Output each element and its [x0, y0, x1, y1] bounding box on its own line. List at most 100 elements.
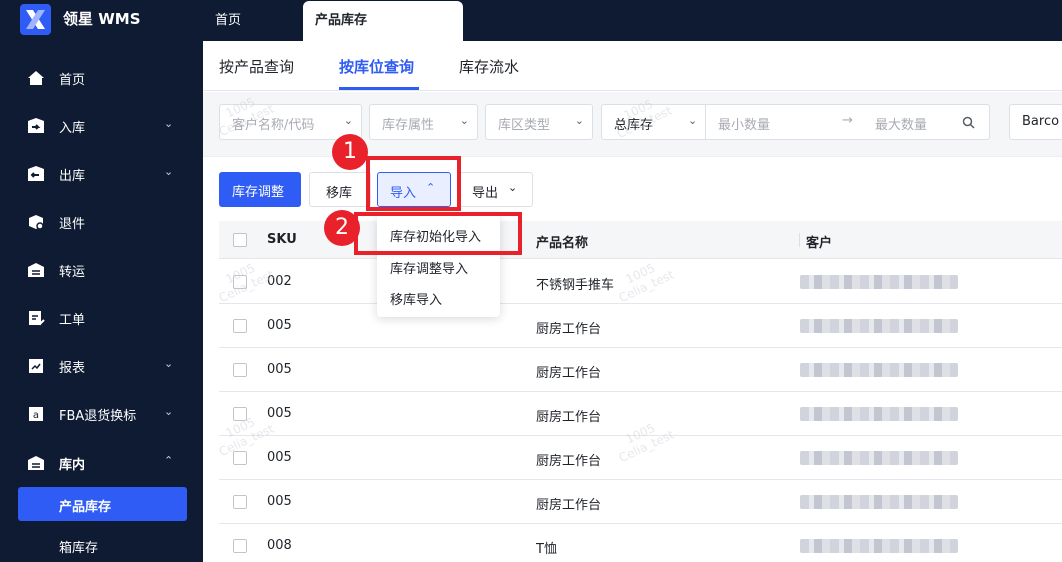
- inventory-adjust-button[interactable]: 库存调整: [219, 172, 301, 207]
- sidebar-item-workorder[interactable]: 工单: [0, 298, 203, 338]
- row-checkbox[interactable]: [233, 495, 247, 509]
- select-all-checkbox[interactable]: [233, 233, 247, 247]
- zone-type-select[interactable]: 库区类型 ⌄: [485, 104, 593, 140]
- tab-inventory-flow[interactable]: 库存流水: [459, 56, 519, 77]
- brand-name: 领星 WMS: [63, 10, 141, 28]
- menu-item-move-import[interactable]: 移库导入: [390, 289, 442, 308]
- chevron-down-icon: ⌄: [459, 114, 469, 127]
- active-tab-indicator: [339, 87, 419, 90]
- sidebar-item-label: 工单: [59, 313, 86, 328]
- table-row[interactable]: 005 厨房工作台: [219, 348, 1062, 392]
- table-row[interactable]: 005 厨房工作台: [219, 480, 1062, 524]
- sub-tabs: 按产品查询 按库位查询 库存流水: [203, 41, 1062, 91]
- annotation-step-badge: 2: [324, 210, 360, 246]
- sidebar-item-label: 入库: [59, 121, 86, 136]
- row-checkbox[interactable]: [233, 539, 247, 553]
- chevron-down-icon: ⌄: [164, 165, 174, 178]
- zone-type-placeholder: 库区类型: [498, 118, 551, 133]
- cell-product: 厨房工作台: [536, 410, 602, 425]
- customer-redacted: [800, 539, 958, 553]
- barcode-select[interactable]: Barco: [1009, 104, 1062, 140]
- customer-redacted: [800, 363, 958, 377]
- top-tab-home[interactable]: 首页: [215, 1, 241, 41]
- button-label: 库存调整: [232, 185, 285, 200]
- cell-product: T恤: [536, 542, 557, 557]
- max-quantity-input[interactable]: 最大数量: [875, 114, 927, 133]
- row-checkbox[interactable]: [233, 363, 247, 377]
- sidebar: 首页 入库 ⌄ 出库 ⌄ 退件 转运 工单 报表 ⌄ a FBA退货换标 ⌄ 库…: [0, 41, 203, 562]
- sidebar-item-label: 转运: [59, 265, 86, 280]
- report-icon: [29, 359, 43, 373]
- column-header-customer: 客户: [806, 236, 833, 251]
- cell-sku: 005: [267, 450, 292, 465]
- home-icon: [28, 71, 44, 85]
- cell-product: 厨房工作台: [536, 454, 602, 469]
- customer-redacted: [800, 495, 958, 509]
- sidebar-item-inbound[interactable]: 入库 ⌄: [0, 106, 203, 146]
- sidebar-item-fba[interactable]: a FBA退货换标 ⌄: [0, 394, 203, 434]
- sidebar-subitem-label: 箱库存: [59, 541, 99, 556]
- inventory-attribute-select[interactable]: 库存属性 ⌄: [369, 104, 478, 140]
- chevron-down-icon: ⌄: [164, 357, 174, 370]
- outbound-icon: [28, 166, 44, 181]
- workorder-icon: [29, 311, 45, 326]
- sidebar-item-label: 报表: [59, 361, 86, 376]
- warehouse-icon: [28, 456, 44, 470]
- barcode-label: Barco: [1022, 114, 1060, 129]
- sidebar-item-returns[interactable]: 退件: [0, 202, 203, 242]
- attribute-select-placeholder: 库存属性: [382, 118, 435, 133]
- min-quantity-input[interactable]: 最小数量: [718, 114, 770, 133]
- sidebar-subitem-box-inventory[interactable]: 箱库存: [18, 528, 187, 562]
- chevron-down-icon: ⌄: [343, 114, 353, 127]
- move-location-button[interactable]: 移库: [309, 172, 371, 207]
- chevron-down-icon: ⌄: [164, 405, 174, 418]
- chevron-down-icon: ⌄: [164, 117, 174, 130]
- button-label: 移库: [326, 186, 353, 201]
- cell-sku: 008: [267, 538, 292, 553]
- sidebar-item-label: 库内: [59, 458, 86, 473]
- customer-redacted: [800, 275, 958, 289]
- row-checkbox[interactable]: [233, 319, 247, 333]
- column-header-product: 产品名称: [536, 236, 589, 251]
- cell-sku: 005: [267, 494, 292, 509]
- inbound-icon: [28, 118, 44, 133]
- button-label: 导出: [472, 186, 499, 201]
- column-header-sku: SKU: [267, 232, 297, 247]
- chevron-down-icon: ⌄: [688, 114, 698, 127]
- logo-icon: [20, 4, 51, 35]
- cell-product: 不锈钢手推车: [536, 278, 615, 293]
- sidebar-subitem-label: 产品库存: [59, 500, 112, 515]
- tab-by-product[interactable]: 按产品查询: [219, 56, 294, 77]
- sidebar-item-warehouse[interactable]: 库内 ⌃: [0, 443, 203, 483]
- sidebar-item-reports[interactable]: 报表 ⌄: [0, 346, 203, 386]
- menu-item-adjust-import[interactable]: 库存调整导入: [390, 258, 468, 277]
- table-row[interactable]: 005 厨房工作台: [219, 304, 1062, 348]
- customer-redacted: [800, 407, 958, 421]
- sidebar-subitem-product-inventory[interactable]: 产品库存: [18, 487, 187, 521]
- sidebar-item-transfer[interactable]: 转运: [0, 250, 203, 290]
- cell-product: 厨房工作台: [536, 366, 602, 381]
- cell-product: 厨房工作台: [536, 322, 602, 337]
- tab-by-location[interactable]: 按库位查询: [339, 56, 414, 77]
- table-row[interactable]: 008 T恤: [219, 524, 1062, 562]
- svg-text:a: a: [33, 410, 39, 421]
- customer-redacted: [800, 451, 958, 465]
- cell-sku: 005: [267, 318, 292, 333]
- customer-redacted: [800, 319, 958, 333]
- top-tab-product-inventory[interactable]: 产品库存: [303, 1, 463, 41]
- annotation-box-init-import: [354, 212, 522, 255]
- sidebar-item-label: FBA退货换标: [59, 409, 137, 424]
- annotation-box-import: [366, 156, 461, 211]
- cell-sku: 005: [267, 362, 292, 377]
- top-bar: 领星 WMS 首页 产品库存: [0, 0, 1062, 41]
- sidebar-item-outbound[interactable]: 出库 ⌄: [0, 154, 203, 194]
- cell-sku: 005: [267, 406, 292, 421]
- return-icon: [29, 215, 44, 230]
- export-button[interactable]: 导出 ⌄: [459, 172, 533, 207]
- search-icon[interactable]: [962, 116, 975, 129]
- range-arrow-icon: →: [842, 113, 853, 128]
- cell-product: 厨房工作台: [536, 498, 602, 513]
- fba-icon: a: [29, 407, 43, 421]
- sidebar-item-home[interactable]: 首页: [0, 58, 203, 98]
- chevron-up-icon: ⌃: [164, 454, 174, 467]
